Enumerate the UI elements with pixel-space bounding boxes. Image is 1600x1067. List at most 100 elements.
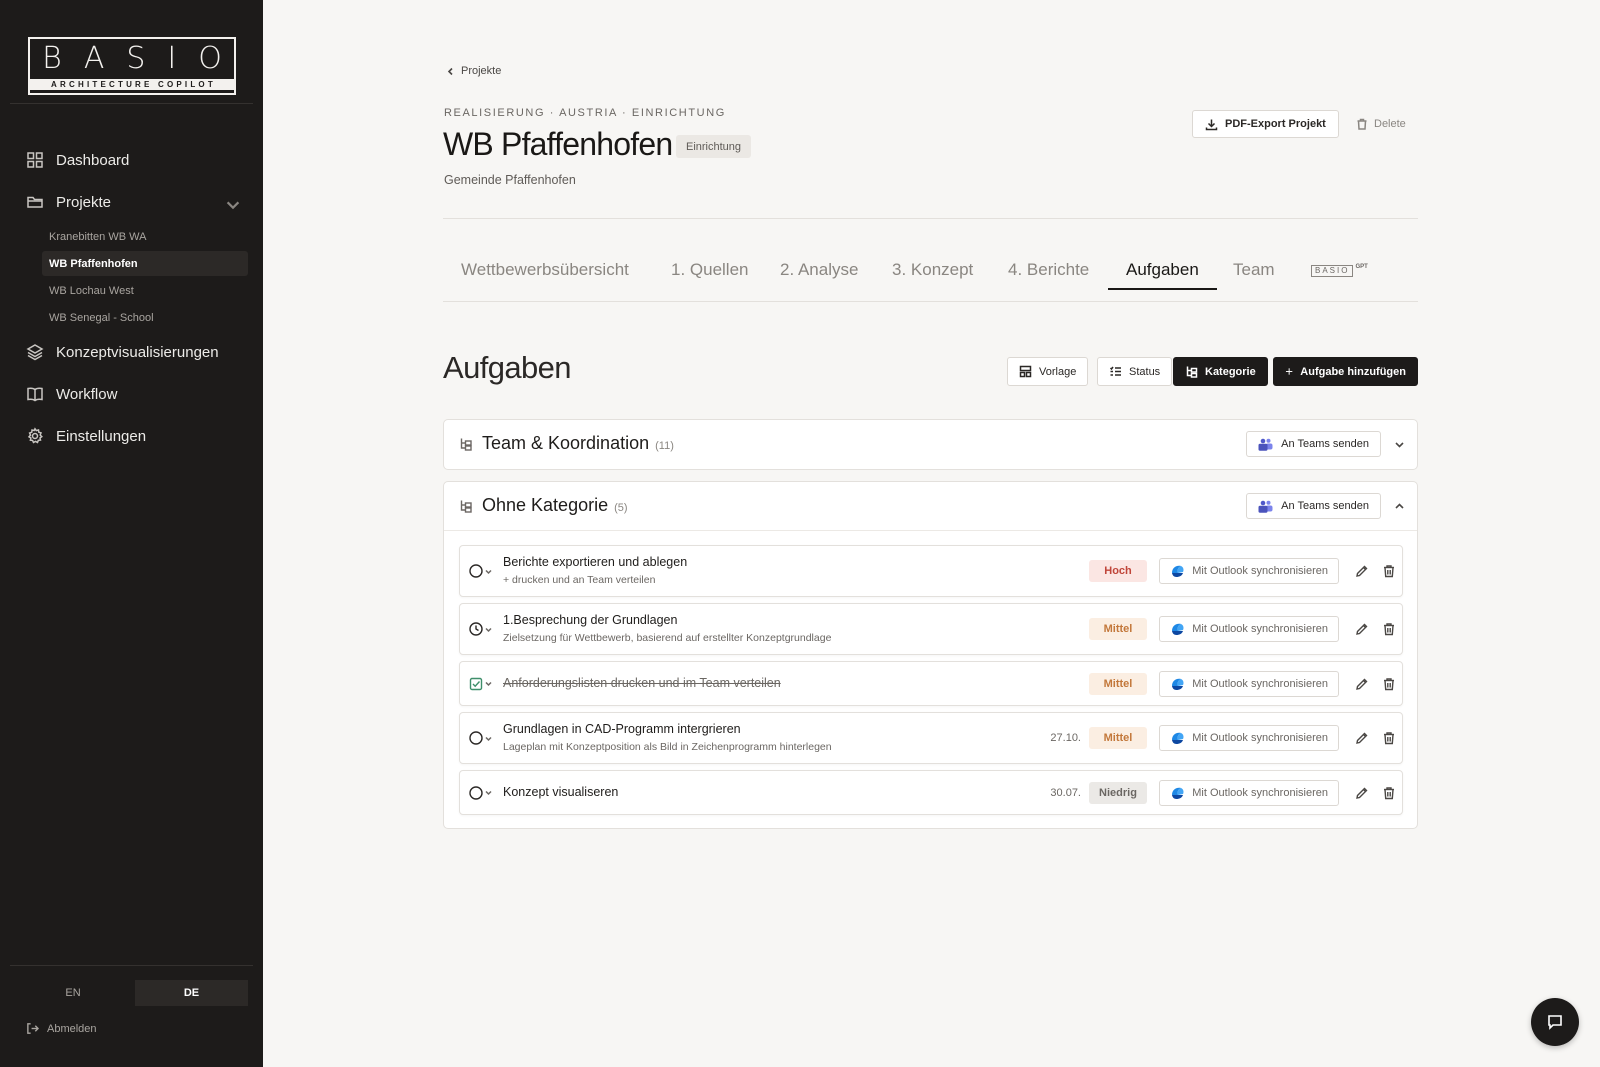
- basio-logo[interactable]: BASIO ARCHITECTURE COPILOT: [28, 37, 236, 95]
- circle-icon: [469, 564, 483, 578]
- layers-icon: [26, 344, 44, 361]
- task-subtitle: Zielsetzung für Wettbewerb, basierend au…: [503, 632, 832, 644]
- plus-icon: [1285, 368, 1293, 375]
- pdf-export-button[interactable]: PDF-Export Projekt: [1192, 110, 1339, 138]
- task-status-toggle[interactable]: [469, 731, 492, 745]
- project-item-active[interactable]: WB Pfaffenhofen: [42, 251, 248, 276]
- lang-de-button[interactable]: DE: [135, 980, 248, 1006]
- group-header[interactable]: Team & Koordination (11) An Teams senden: [444, 420, 1417, 469]
- task-row[interactable]: Konzept visualiseren 30.07. Niedrig Mit …: [459, 770, 1403, 815]
- group-header[interactable]: Ohne Kategorie (5) An Teams senden: [444, 482, 1417, 531]
- task-due-date: 30.07.: [1050, 786, 1081, 799]
- nav-konzeptvisualisierungen[interactable]: Konzeptvisualisierungen: [26, 337, 246, 367]
- tab-aufgaben[interactable]: Aufgaben: [1108, 250, 1217, 290]
- task-status-toggle[interactable]: [469, 785, 492, 800]
- lang-en-button[interactable]: EN: [18, 980, 128, 1006]
- edit-pencil-icon[interactable]: [1355, 786, 1369, 800]
- send-to-teams-button[interactable]: An Teams senden: [1246, 431, 1381, 457]
- tab-wettbewerbsuebersicht[interactable]: Wettbewerbsübersicht: [461, 250, 629, 290]
- outlook-sync-button[interactable]: Mit Outlook synchronisieren: [1159, 779, 1339, 806]
- task-row[interactable]: 1.Besprechung der Grundlagen Zielsetzung…: [459, 603, 1403, 655]
- tab-konzept[interactable]: 3. Konzept: [892, 250, 973, 290]
- task-row[interactable]: Berichte exportieren und ablegen + druck…: [459, 545, 1403, 597]
- main-content: Projekte REALISIERUNG · AUSTRIA · EINRIC…: [263, 0, 1600, 1067]
- chat-button[interactable]: [1531, 998, 1579, 1046]
- send-to-teams-button[interactable]: An Teams senden: [1246, 493, 1381, 519]
- template-button[interactable]: Vorlage: [1007, 357, 1089, 386]
- outlook-sync-button[interactable]: Mit Outlook synchronisieren: [1159, 558, 1339, 584]
- logout-label: Abmelden: [47, 1022, 97, 1035]
- chevron-down-icon: [226, 201, 240, 210]
- priority-badge: Hoch: [1089, 560, 1147, 582]
- nav-einstellungen[interactable]: Einstellungen: [26, 421, 246, 451]
- tab-quellen[interactable]: 1. Quellen: [671, 250, 749, 290]
- task-status-toggle[interactable]: [469, 622, 492, 636]
- edit-pencil-icon[interactable]: [1355, 622, 1369, 636]
- add-task-button[interactable]: Aufgabe hinzufügen: [1273, 357, 1418, 386]
- group-title-text: Team & Koordination: [482, 433, 650, 453]
- task-status-toggle[interactable]: [469, 677, 492, 691]
- task-subtitle: + drucken und an Team verteilen: [503, 574, 656, 586]
- chevron-down-icon[interactable]: [1394, 439, 1405, 450]
- gpt-suffix: GPT: [1355, 264, 1368, 270]
- task-title: Berichte exportieren und ablegen: [503, 555, 688, 569]
- category-tree-icon: [1186, 366, 1198, 378]
- group-title-text: Ohne Kategorie: [482, 495, 609, 515]
- task-title: Grundlagen in CAD-Programm intergrieren: [503, 722, 741, 736]
- task-group-ohne-kategorie: Ohne Kategorie (5) An Teams senden Berich…: [443, 481, 1418, 829]
- outlook-icon: [1172, 732, 1184, 744]
- nav-projekte[interactable]: Projekte: [26, 187, 246, 217]
- task-row[interactable]: Anforderungslisten drucken und im Team v…: [459, 661, 1403, 706]
- back-to-projects-link[interactable]: Projekte: [446, 65, 501, 77]
- template-label: Vorlage: [1039, 365, 1077, 378]
- add-task-label: Aufgabe hinzufügen: [1300, 365, 1406, 378]
- breadcrumb: REALISIERUNG · AUSTRIA · EINRICHTUNG: [444, 107, 726, 119]
- delete-project-button[interactable]: Delete: [1356, 110, 1406, 138]
- sidebar-divider: [10, 103, 253, 104]
- chevron-down-icon: [485, 736, 492, 741]
- chevron-up-icon[interactable]: [1394, 501, 1405, 512]
- edit-pencil-icon[interactable]: [1355, 564, 1369, 578]
- nav-dashboard[interactable]: Dashboard: [26, 145, 246, 175]
- tab-basio-gpt[interactable]: BASIO GPT: [1311, 250, 1368, 290]
- status-filter-button[interactable]: Status: [1097, 357, 1173, 386]
- back-label: Projekte: [461, 65, 502, 77]
- trash-icon: [1357, 118, 1367, 130]
- teams-icon: [1258, 500, 1273, 513]
- project-item[interactable]: WB Senegal - School: [42, 305, 248, 330]
- task-row[interactable]: Grundlagen in CAD-Programm intergrieren …: [459, 712, 1403, 764]
- tab-team[interactable]: Team: [1233, 250, 1275, 290]
- trash-icon[interactable]: [1382, 622, 1396, 636]
- outlook-sync-label: Mit Outlook synchronisieren: [1192, 732, 1328, 744]
- tabs-divider: [443, 301, 1418, 302]
- logo-wordmark: BASIO: [42, 41, 244, 76]
- nav-workflow[interactable]: Workflow: [26, 379, 246, 409]
- outlook-icon: [1172, 787, 1184, 799]
- logout-button[interactable]: Abmelden: [26, 1022, 97, 1035]
- nav-einstellungen-label: Einstellungen: [56, 427, 147, 445]
- category-filter-button[interactable]: Kategorie: [1173, 357, 1268, 386]
- edit-pencil-icon[interactable]: [1355, 677, 1369, 691]
- trash-icon[interactable]: [1382, 564, 1396, 578]
- trash-icon[interactable]: [1382, 786, 1396, 800]
- outlook-sync-button[interactable]: Mit Outlook synchronisieren: [1159, 616, 1339, 642]
- dashboard-icon: [27, 152, 43, 168]
- tab-analyse[interactable]: 2. Analyse: [780, 250, 858, 290]
- trash-icon[interactable]: [1382, 731, 1396, 745]
- trash-icon[interactable]: [1382, 677, 1396, 691]
- delete-label: Delete: [1374, 118, 1406, 130]
- project-item[interactable]: Kranebitten WB WA: [42, 224, 248, 249]
- sidebar: BASIO ARCHITECTURE COPILOT Dashboard Pro…: [0, 0, 263, 1067]
- sidebar-divider: [10, 965, 253, 966]
- project-item[interactable]: WB Lochau West: [42, 278, 248, 303]
- task-title: 1.Besprechung der Grundlagen: [503, 613, 678, 627]
- task-status-toggle[interactable]: [469, 564, 492, 578]
- outlook-sync-button[interactable]: Mit Outlook synchronisieren: [1159, 725, 1339, 751]
- outlook-sync-button[interactable]: Mit Outlook synchronisieren: [1159, 670, 1339, 697]
- edit-pencil-icon[interactable]: [1355, 731, 1369, 745]
- group-count: (11): [655, 440, 674, 452]
- task-title: Anforderungslisten drucken und im Team v…: [503, 676, 781, 690]
- tab-berichte[interactable]: 4. Berichte: [1008, 250, 1089, 290]
- outlook-sync-label: Mit Outlook synchronisieren: [1192, 623, 1328, 635]
- teams-icon: [1258, 438, 1273, 451]
